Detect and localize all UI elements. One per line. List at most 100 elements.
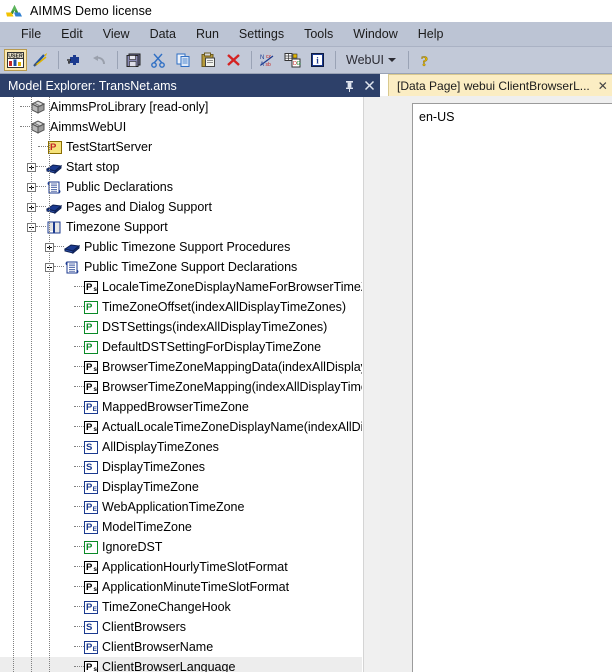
menu-help[interactable]: Help bbox=[408, 25, 454, 44]
tree-item-start-stop[interactable]: Start stop bbox=[0, 157, 362, 177]
tree-connector bbox=[36, 206, 46, 208]
scrollbar-thumb[interactable] bbox=[365, 97, 380, 517]
tree-connector bbox=[54, 266, 64, 268]
save-icon[interactable] bbox=[122, 49, 145, 71]
tree-item-label: TimeZoneOffset(indexAllDisplayTimeZones) bbox=[102, 300, 347, 314]
main-toolbar: USER N cx A sb D G i WebUI ? bbox=[0, 47, 612, 74]
model-tree-vertical-scrollbar[interactable] bbox=[363, 97, 380, 672]
tree-connector bbox=[74, 286, 84, 288]
tree-item-clientbrowsername[interactable]: P E ClientBrowserName bbox=[0, 637, 362, 657]
menu-view[interactable]: View bbox=[93, 25, 140, 44]
tree-guide-line bbox=[49, 97, 51, 672]
model-tree[interactable]: AimmsProLibrary [read-only] AimmsWebUI P Te… bbox=[0, 97, 362, 672]
tree-connector bbox=[74, 346, 84, 348]
tree-item-public-timezone-support-procedures[interactable]: Public Timezone Support Procedures bbox=[0, 237, 362, 257]
menu-data[interactable]: Data bbox=[140, 25, 186, 44]
tree-item-label: ActualLocaleTimeZoneDisplayName(indexAll… bbox=[102, 420, 362, 434]
tree-item-label: DisplayTimeZones bbox=[102, 460, 206, 474]
pencil-tools-icon[interactable] bbox=[29, 49, 52, 71]
tree-item-dstsettings-indexalldisplaytimezones[interactable]: P DSTSettings(indexAllDisplayTimeZones) bbox=[0, 317, 362, 337]
copy-icon[interactable] bbox=[172, 49, 195, 71]
tree-item-aimmsprolibrary-read-only[interactable]: AimmsProLibrary [read-only] bbox=[0, 97, 362, 117]
element-parameter-icon: PE bbox=[84, 400, 98, 414]
tree-item-public-declarations[interactable]: Public Declarations bbox=[0, 177, 362, 197]
menu-run[interactable]: Run bbox=[186, 25, 229, 44]
element-parameter-icon: PE bbox=[84, 480, 98, 494]
tree-connector bbox=[74, 646, 84, 648]
tree-item-mappedbrowsertimezone[interactable]: P E MappedBrowserTimeZone bbox=[0, 397, 362, 417]
svg-text:G: G bbox=[297, 61, 301, 67]
set-icon: S bbox=[84, 460, 98, 474]
tree-connector bbox=[74, 626, 84, 628]
menu-edit[interactable]: Edit bbox=[51, 25, 93, 44]
paste-icon[interactable] bbox=[197, 49, 220, 71]
tree-item-timezonechangehook[interactable]: P E TimeZoneChangeHook bbox=[0, 597, 362, 617]
tree-item-teststartserver[interactable]: P TestStartServer bbox=[0, 137, 362, 157]
string-parameter-icon: Ps bbox=[84, 660, 98, 672]
tree-item-pages-and-dialog-support[interactable]: Pages and Dialog Support bbox=[0, 197, 362, 217]
data-cell-value[interactable]: en-US bbox=[419, 110, 454, 124]
tree-item-localetimezonedisplaynameforbrowsertimezon[interactable]: Ps LocaleTimeZoneDisplayNameForBrowserTim… bbox=[0, 277, 362, 297]
svg-text:N: N bbox=[260, 55, 264, 61]
tree-item-public-timezone-support-declarations[interactable]: Public TimeZone Support Declarations bbox=[0, 257, 362, 277]
model-explorer-title-text: Model Explorer: TransNet.ams bbox=[8, 78, 177, 93]
tree-item-displaytimezones[interactable]: S DisplayTimeZones bbox=[0, 457, 362, 477]
tree-item-label: BrowserTimeZoneMapping(indexAllDisplayTi… bbox=[102, 380, 362, 394]
menu-settings[interactable]: Settings bbox=[229, 25, 294, 44]
tree-item-applicationhourlytimeslotformat[interactable]: Ps ApplicationHourlyTimeSlotFormat bbox=[0, 557, 362, 577]
tree-connector bbox=[74, 666, 84, 668]
tree-item-label: AimmsWebUI bbox=[50, 120, 127, 134]
tree-item-label: DSTSettings(indexAllDisplayTimeZones) bbox=[102, 320, 328, 334]
add-marker-icon[interactable] bbox=[63, 49, 86, 71]
tree-item-label: ClientBrowserName bbox=[102, 640, 214, 654]
string-parameter-icon: Ps bbox=[84, 280, 98, 294]
chevron-down-icon[interactable] bbox=[387, 58, 396, 62]
user-chart-icon[interactable]: USER bbox=[4, 49, 27, 71]
question-mark-icon[interactable]: ? bbox=[413, 49, 436, 71]
tree-item-applicationminutetimeslotformat[interactable]: Ps ApplicationMinuteTimeSlotFormat bbox=[0, 577, 362, 597]
tree-item-defaultdstsettingfordisplaytimezone[interactable]: P DefaultDSTSettingForDisplayTimeZone bbox=[0, 337, 362, 357]
close-icon[interactable]: ✕ bbox=[598, 79, 608, 93]
info-icon[interactable]: i bbox=[306, 49, 329, 71]
svg-text:sb: sb bbox=[266, 62, 272, 68]
tree-connector bbox=[20, 106, 30, 108]
webui-dropdown-label[interactable]: WebUI bbox=[340, 53, 388, 67]
tree-item-alldisplaytimezones[interactable]: S AllDisplayTimeZones bbox=[0, 437, 362, 457]
menu-file[interactable]: File bbox=[11, 25, 51, 44]
model-explorer-panel: Model Explorer: TransNet.ams AimmsProLib… bbox=[0, 74, 380, 672]
tree-item-clientbrowsers[interactable]: S ClientBrowsers bbox=[0, 617, 362, 637]
numeric-parameter-icon: P bbox=[84, 320, 98, 334]
tree-connector bbox=[36, 166, 46, 168]
delete-cross-icon[interactable] bbox=[222, 49, 245, 71]
identifier-selector-icon[interactable]: N cx A sb bbox=[256, 49, 279, 71]
tree-item-displaytimezone[interactable]: P E DisplayTimeZone bbox=[0, 477, 362, 497]
tree-item-timezone-support[interactable]: Timezone Support bbox=[0, 217, 362, 237]
close-icon[interactable] bbox=[360, 77, 378, 95]
tree-item-ignoredst[interactable]: P IgnoreDST bbox=[0, 537, 362, 557]
svg-text:USER: USER bbox=[8, 53, 23, 59]
tree-item-label: ClientBrowserLanguage bbox=[102, 660, 236, 672]
tree-item-browsertimezonemapping-indexalldisplaytimezo[interactable]: Ps BrowserTimeZoneMapping(indexAllDisplay… bbox=[0, 377, 362, 397]
tree-item-label: LocaleTimeZoneDisplayNameForBrowserTimeZ… bbox=[102, 280, 362, 294]
tree-connector bbox=[74, 526, 84, 528]
cut-scissors-icon[interactable] bbox=[147, 49, 170, 71]
data-value-grid[interactable]: en-US bbox=[412, 103, 612, 672]
tree-connector bbox=[20, 126, 30, 128]
data-grid-icon[interactable]: D G bbox=[281, 49, 304, 71]
tab-data-page-client-browser-language[interactable]: [Data Page] webui ClientBrowserL... ✕ bbox=[388, 74, 612, 96]
tree-item-browsertimezonemappingdata-indexalldisplaytim[interactable]: Ps BrowserTimeZoneMappingData(indexAllDis… bbox=[0, 357, 362, 377]
toolbar-separator bbox=[251, 51, 252, 69]
menu-tools[interactable]: Tools bbox=[294, 25, 343, 44]
numeric-parameter-icon: P bbox=[84, 340, 98, 354]
tree-item-webapplicationtimezone[interactable]: P E WebApplicationTimeZone bbox=[0, 497, 362, 517]
tree-item-modeltimezone[interactable]: P E ModelTimeZone bbox=[0, 517, 362, 537]
model-tree-scroll-area[interactable]: AimmsProLibrary [read-only] AimmsWebUI P Te… bbox=[0, 97, 380, 672]
tree-item-label: AimmsProLibrary [read-only] bbox=[50, 100, 209, 114]
tree-item-aimmswebui[interactable]: AimmsWebUI bbox=[0, 117, 362, 137]
tree-item-actuallocaletimezonedisplayname-indexalldispla[interactable]: Ps ActualLocaleTimeZoneDisplayName(indexA… bbox=[0, 417, 362, 437]
undo-icon[interactable] bbox=[88, 49, 111, 71]
pin-icon[interactable] bbox=[340, 77, 358, 95]
tree-item-clientbrowserlanguage[interactable]: Ps ClientBrowserLanguage bbox=[0, 657, 362, 672]
menu-window[interactable]: Window bbox=[343, 25, 407, 44]
tree-item-timezoneoffset-indexalldisplaytimezones[interactable]: P TimeZoneOffset(indexAllDisplayTimeZones… bbox=[0, 297, 362, 317]
